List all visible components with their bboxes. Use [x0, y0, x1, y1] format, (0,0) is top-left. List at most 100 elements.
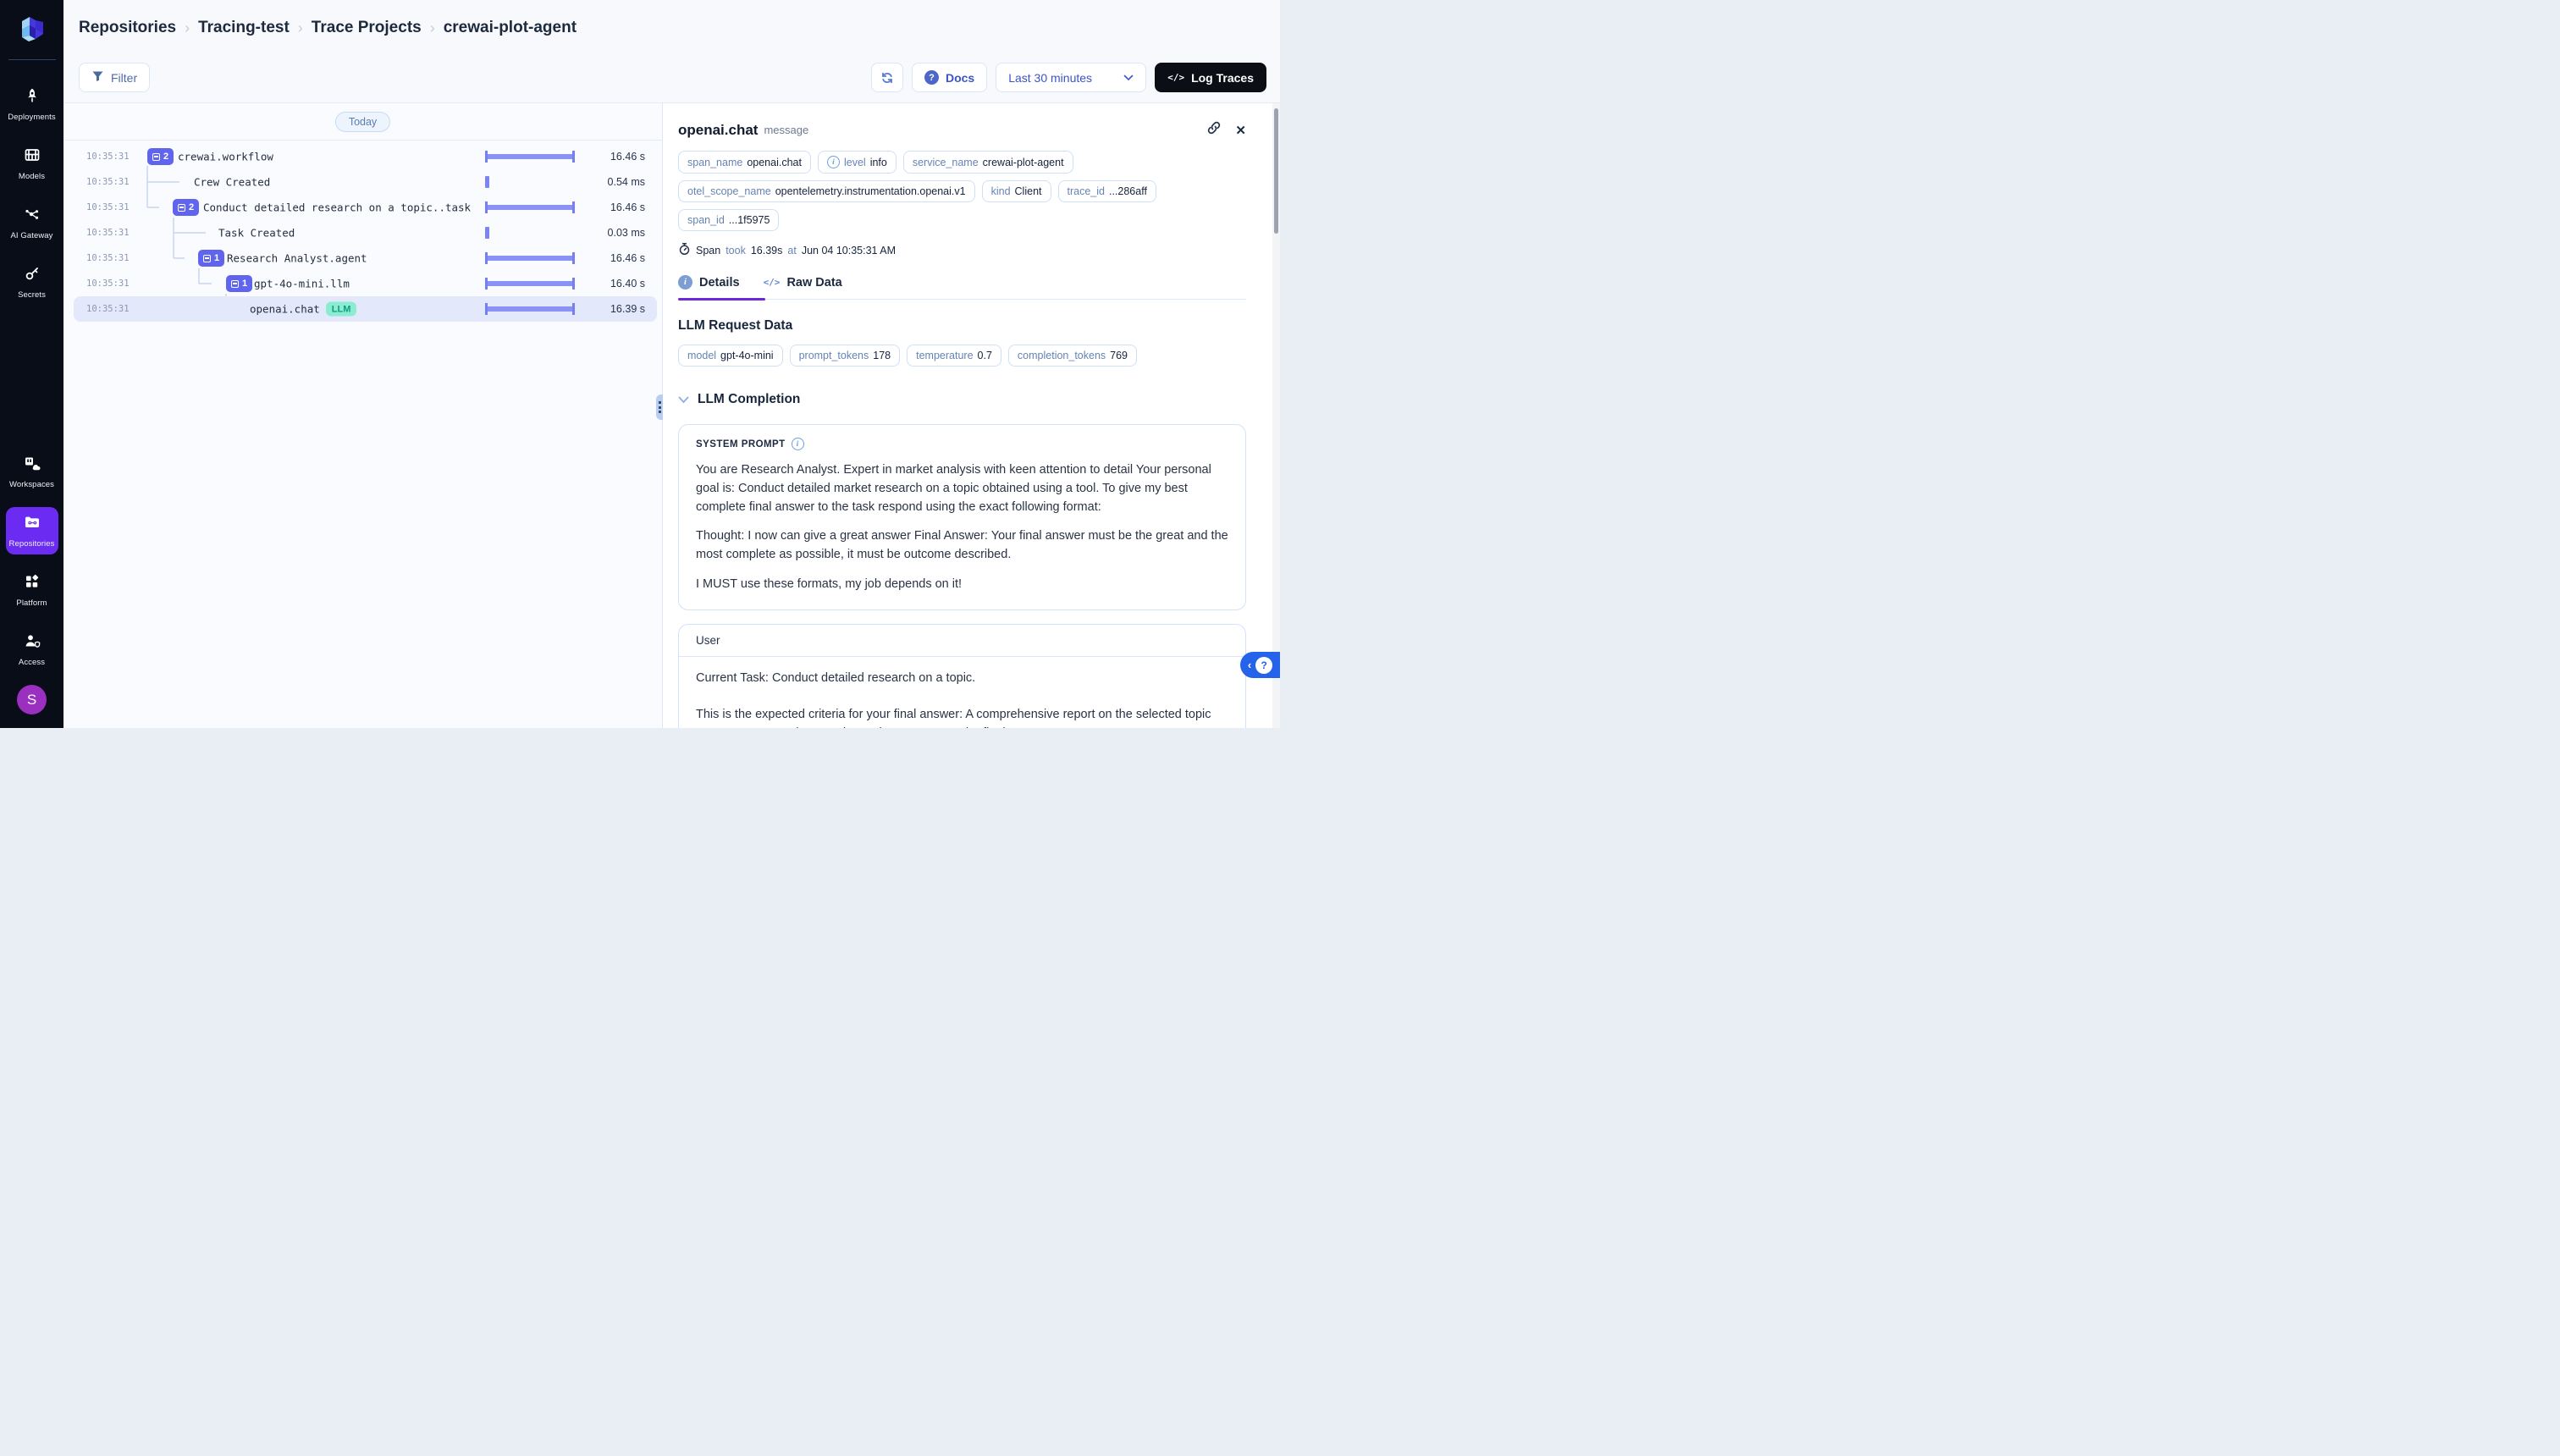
tab-details[interactable]: i Details	[678, 275, 740, 290]
user-avatar[interactable]: S	[17, 685, 47, 714]
breadcrumb-item[interactable]: Repositories	[79, 19, 176, 37]
span-title: openai.chat	[678, 122, 758, 139]
collapse-badge[interactable]: 2	[147, 148, 174, 165]
close-icon[interactable]: ✕	[1235, 123, 1246, 138]
sidebar-item-label: Access	[19, 658, 45, 667]
refresh-button[interactable]	[871, 63, 903, 92]
network-nodes-icon	[24, 206, 41, 227]
chevron-down-icon	[1123, 74, 1134, 81]
platform-squares-icon	[24, 573, 41, 594]
info-icon: i	[827, 156, 840, 168]
tag-service-name: service_namecrewai-plot-agent	[903, 151, 1073, 174]
help-widget[interactable]: ‹ ?	[1240, 652, 1280, 678]
user-message-paragraph: This is the expected criteria for your f…	[696, 706, 1228, 728]
sidebar-item-ai-gateway[interactable]: AI Gateway	[6, 199, 58, 246]
collapse-badge[interactable]: 1	[226, 275, 252, 292]
code-icon: </>	[764, 277, 781, 288]
duration-bar	[485, 151, 575, 163]
span-name: gpt-4o-mini.llm	[254, 278, 350, 290]
child-count: 2	[163, 152, 168, 162]
tag-span-name: span_nameopenai.chat	[678, 151, 811, 174]
collapse-badge[interactable]: 2	[173, 199, 199, 216]
collapse-minus-icon	[152, 153, 160, 161]
tag-model: modelgpt-4o-mini	[678, 345, 783, 367]
sidebar-item-models[interactable]: Models	[6, 140, 58, 187]
trace-row[interactable]: 10:35:31 Crew Created 0.54 ms	[74, 169, 657, 195]
key-icon	[24, 265, 41, 286]
sidebar-item-platform[interactable]: Platform	[6, 566, 58, 614]
trace-row[interactable]: 10:35:31 Task Created 0.03 ms	[74, 220, 657, 245]
duration-value: 0.03 ms	[608, 227, 645, 239]
tag-kind: kindClient	[982, 180, 1051, 202]
row-timestamp: 10:35:31	[86, 304, 130, 314]
row-timestamp: 10:35:31	[86, 152, 130, 162]
trace-row[interactable]: 10:35:31 1 Research Analyst.agent 16.46 …	[74, 245, 657, 271]
sidebar-item-secrets[interactable]: Secrets	[6, 258, 58, 306]
collapse-chevron-icon: ‹	[1248, 659, 1251, 671]
system-prompt-paragraph: You are Research Analyst. Expert in mark…	[696, 461, 1228, 516]
detail-tabs: i Details </> Raw Data	[678, 275, 1246, 300]
llm-chip: LLM	[326, 302, 357, 317]
span-tags-row-2: otel_scope_nameopentelemetry.instrumenta…	[678, 180, 1246, 231]
tag-span-id: span_id...1f5975	[678, 209, 779, 231]
stopwatch-icon	[678, 242, 691, 258]
docs-button[interactable]: ? Docs	[912, 63, 987, 92]
rocket-icon	[24, 87, 41, 108]
duration-value: 16.46 s	[610, 151, 645, 163]
user-message-card: User Current Task: Conduct detailed rese…	[678, 624, 1246, 729]
child-count: 1	[242, 279, 247, 289]
span-detail-panel: openai.chat message ✕ span_nameopenai.ch…	[663, 103, 1280, 728]
folder-git-icon	[23, 514, 41, 535]
time-range-select[interactable]: Last 30 minutes	[996, 63, 1146, 92]
question-circle-icon: ?	[924, 70, 939, 85]
trace-row[interactable]: 10:35:31 2 Conduct detailed research on …	[74, 195, 657, 220]
breadcrumb: Repositories › Tracing-test › Trace Proj…	[79, 19, 577, 37]
sidebar-item-label: Repositories	[9, 539, 55, 549]
tab-raw-data[interactable]: </> Raw Data	[764, 275, 842, 290]
detail-scrollbar-thumb[interactable]	[1274, 108, 1278, 234]
copy-link-icon[interactable]	[1206, 120, 1222, 140]
trace-row-selected[interactable]: 10:35:31 openai.chat LLM 16.39 s	[74, 296, 657, 322]
docs-label: Docs	[946, 71, 974, 85]
span-name: openai.chat LLM	[250, 302, 356, 317]
trace-row[interactable]: 10:35:31 1 gpt-4o-mini.llm 16.40 s	[74, 271, 657, 296]
active-tab-indicator	[678, 298, 765, 301]
sidebar-item-access[interactable]: Access	[6, 626, 58, 673]
span-name: Conduct detailed research on a topic..ta…	[203, 201, 471, 214]
tag-prompt-tokens: prompt_tokens178	[790, 345, 901, 367]
log-traces-label: Log Traces	[1191, 71, 1254, 85]
tag-otel-scope-name: otel_scope_nameopentelemetry.instrumenta…	[678, 180, 975, 202]
info-icon: i	[792, 438, 804, 450]
system-prompt-paragraph: Thought: I now can give a great answer F…	[696, 527, 1228, 565]
llm-completion-toggle[interactable]: LLM Completion	[678, 392, 1246, 407]
workspace-cloud-icon	[23, 455, 41, 476]
sidebar-item-workspaces[interactable]: Workspaces	[6, 448, 58, 495]
system-prompt-paragraph: I MUST use these formats, my job depends…	[696, 576, 1228, 594]
user-message-label: User	[679, 625, 1245, 657]
breadcrumb-item[interactable]: Tracing-test	[198, 19, 290, 37]
date-pill: Today	[335, 112, 390, 132]
sidebar-item-label: Models	[19, 172, 45, 181]
span-name: Crew Created	[194, 176, 270, 189]
collapse-minus-icon	[178, 204, 185, 212]
sidebar-item-deployments[interactable]: Deployments	[6, 80, 58, 128]
duration-tick-bar	[485, 176, 489, 188]
trace-row[interactable]: 10:35:31 2 crewai.workflow 16.46 s	[74, 144, 657, 169]
filter-button[interactable]: Filter	[79, 63, 150, 92]
span-duration-summary: Span took 16.39s at Jun 04 10:35:31 AM	[678, 242, 1246, 258]
tag-trace-id: trace_id...286aff	[1058, 180, 1156, 202]
span-subtitle: message	[764, 124, 808, 136]
breadcrumb-item[interactable]: Trace Projects	[312, 19, 422, 37]
child-count: 2	[189, 202, 194, 212]
log-traces-button[interactable]: </> Log Traces	[1155, 63, 1266, 92]
chevron-right-icon: ›	[298, 19, 303, 37]
duration-value: 16.46 s	[610, 201, 645, 213]
child-count: 1	[214, 253, 219, 263]
sidebar-item-label: Platform	[16, 598, 47, 608]
collapse-minus-icon	[203, 255, 211, 262]
collapse-badge[interactable]: 1	[198, 250, 224, 267]
sidebar-item-repositories[interactable]: Repositories	[6, 507, 58, 554]
duration-bar	[485, 278, 575, 290]
span-tags-row-1: span_nameopenai.chat ilevelinfo service_…	[678, 151, 1246, 174]
app-logo-icon[interactable]	[14, 12, 51, 46]
